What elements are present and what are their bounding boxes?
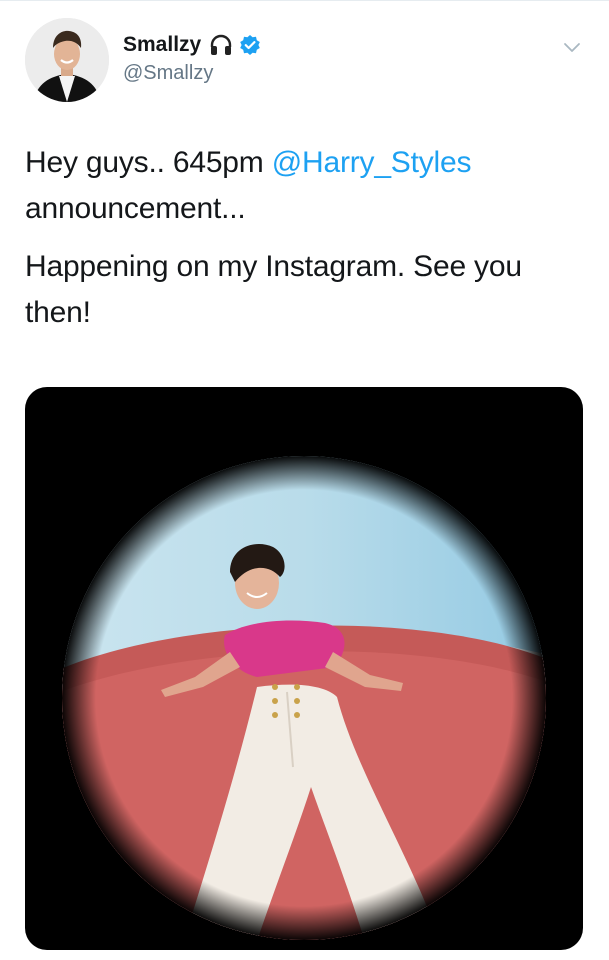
tweet-paragraph-2: Happening on my Instagram. See you then!: [25, 250, 522, 329]
tweet-text-suffix: announcement...: [25, 192, 246, 225]
tweet-media[interactable]: [25, 387, 583, 950]
media-image: [62, 456, 546, 940]
tweet-text-prefix: Hey guys.. 645pm: [25, 146, 272, 179]
top-divider: [0, 0, 609, 1]
headphones-icon: [209, 33, 233, 57]
display-name[interactable]: Smallzy: [123, 33, 201, 57]
name-row[interactable]: Smallzy: [123, 32, 261, 58]
avatar-photo: [25, 18, 109, 102]
tweet-text: Hey guys.. 645pm @Harry_Styles announcem…: [25, 140, 585, 348]
verified-badge-icon: [239, 34, 261, 56]
user-handle[interactable]: @Smallzy: [123, 62, 213, 85]
mention-link[interactable]: @Harry_Styles: [272, 146, 472, 179]
chevron-down-icon[interactable]: [560, 36, 584, 60]
tweet-paragraph-1: Hey guys.. 645pm @Harry_Styles announcem…: [25, 140, 585, 232]
avatar[interactable]: [25, 18, 109, 102]
